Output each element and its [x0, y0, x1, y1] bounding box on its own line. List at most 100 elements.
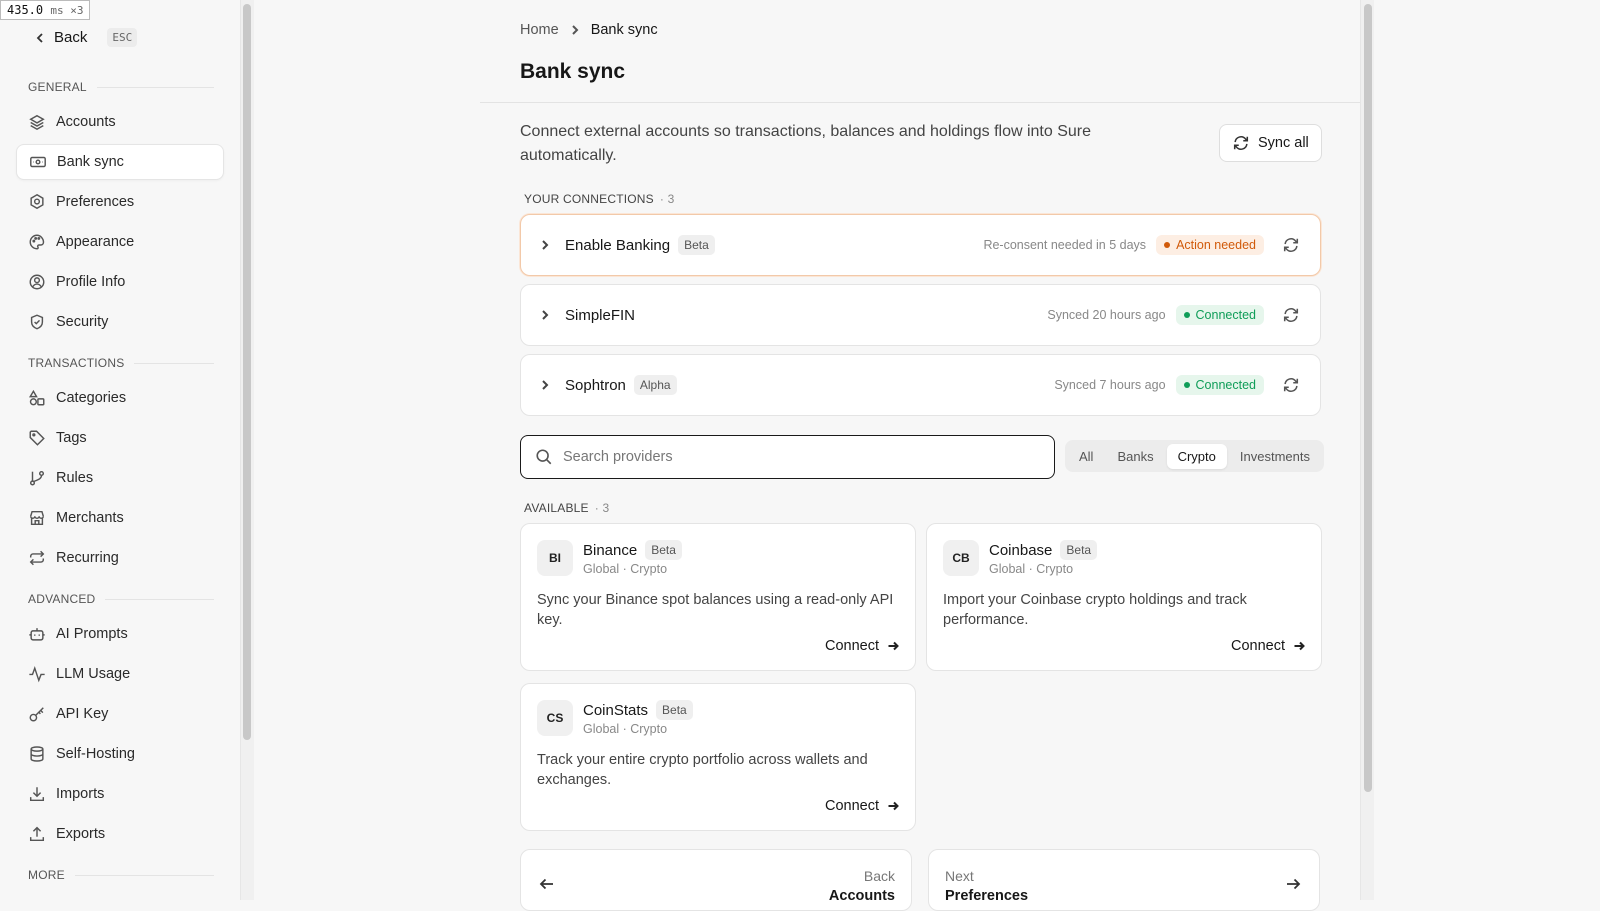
- palette-icon: [29, 234, 45, 250]
- provider-description: Sync your Binance spot balances using a …: [537, 592, 894, 628]
- chevron-right-icon[interactable]: [539, 239, 551, 251]
- sidebar-item-api-key[interactable]: API Key: [16, 696, 224, 732]
- chevron-right-icon[interactable]: [539, 379, 551, 391]
- connect-label: Connect: [824, 798, 879, 814]
- refresh-icon[interactable]: [1282, 376, 1300, 394]
- sidebar-item-tags[interactable]: Tags: [16, 420, 224, 456]
- sidebar-item-label: Exports: [56, 826, 106, 842]
- sidebar-item-ai-prompts[interactable]: AI Prompts: [16, 616, 224, 652]
- provider-title: CoinStats Beta: [583, 700, 693, 720]
- right-gutter: [1375, 0, 1600, 900]
- sidebar-item-label: Rules: [56, 470, 94, 486]
- filter-tab-crypto[interactable]: Crypto: [1166, 443, 1227, 469]
- provider-logo: BI: [537, 540, 573, 576]
- provider-meta: Global · Crypto: [583, 562, 668, 576]
- connect-button[interactable]: Connect: [825, 798, 899, 814]
- arrow-right-icon: [1287, 878, 1301, 890]
- sidebar-item-preferences[interactable]: Preferences: [16, 184, 224, 220]
- sidebar-item-categories[interactable]: Categories: [16, 380, 224, 416]
- refresh-icon[interactable]: [1282, 306, 1300, 324]
- sidebar-item-rules[interactable]: Rules: [16, 460, 224, 496]
- chevron-right-icon: [571, 25, 579, 35]
- sidebar-item-label: Recurring: [56, 550, 119, 566]
- sync-all-label: Sync all: [1258, 135, 1309, 151]
- sidebar-item-bank-sync[interactable]: Bank sync: [16, 144, 224, 180]
- sidebar-item-label: Appearance: [56, 234, 135, 250]
- sidebar-item-label: AI Prompts: [56, 626, 128, 642]
- back-button[interactable]: Back ESC: [34, 28, 138, 47]
- sidebar-item-merchants[interactable]: Merchants: [16, 500, 224, 536]
- back-label: Back: [54, 29, 88, 46]
- connection-status: Synced 7 hours ago Connected: [1054, 375, 1300, 395]
- prev-page-link[interactable]: Back Accounts: [520, 849, 912, 911]
- connections-count: · 3: [659, 192, 675, 206]
- sidebar-scrollbar-thumb[interactable]: [243, 4, 251, 740]
- settings-icon: [30, 193, 44, 210]
- sidebar-item-security[interactable]: Security: [16, 304, 224, 340]
- sidebar-item-accounts[interactable]: Accounts: [16, 104, 224, 140]
- key-icon: [29, 707, 44, 722]
- download-icon: [29, 787, 45, 802]
- sidebar-item-recurring[interactable]: Recurring: [16, 540, 224, 576]
- beta-tag: Beta: [645, 540, 682, 560]
- sidebar-item-label: Merchants: [56, 510, 124, 526]
- arrow-right-icon: [888, 801, 899, 811]
- sidebar-item-imports[interactable]: Imports: [16, 776, 224, 812]
- connection-row-enable-banking[interactable]: Enable Banking Beta Re-consent needed in…: [520, 214, 1321, 276]
- refresh-icon[interactable]: [1282, 236, 1300, 254]
- status-badge: Action needed: [1156, 235, 1264, 255]
- status-badge: Connected: [1175, 305, 1264, 325]
- arrow-left-icon: [539, 878, 553, 890]
- provider-meta: Global · Crypto: [989, 562, 1074, 576]
- activity-icon: [29, 665, 45, 683]
- connect-button[interactable]: Connect: [825, 638, 899, 654]
- breadcrumb-home-link[interactable]: Home: [520, 22, 559, 38]
- connection-row-sophtron[interactable]: Sophtron Alpha Synced 7 hours ago Connec…: [520, 354, 1321, 416]
- arrow-right-icon: [1294, 641, 1305, 651]
- bot-icon: [29, 628, 45, 641]
- connection-row-simplefin[interactable]: SimpleFIN Synced 20 hours ago Connected: [520, 284, 1321, 346]
- connection-status-text: Synced 20 hours ago: [1047, 308, 1166, 322]
- next-page-link[interactable]: Next Preferences: [928, 849, 1320, 911]
- perf-overlay: 435.0 ms ×3: [0, 0, 91, 20]
- sidebar-item-label: Security: [56, 314, 109, 330]
- provider-name: CoinStats: [583, 701, 649, 719]
- git-branch-icon: [29, 470, 45, 486]
- connection-status: Re-consent needed in 5 days Action neede…: [983, 235, 1300, 255]
- sidebar-item-profile-info[interactable]: Profile Info: [16, 264, 224, 300]
- upload-icon: [29, 826, 45, 842]
- repeat-icon: [29, 550, 45, 566]
- refresh-icon: [1233, 136, 1249, 150]
- sidebar-item-label: LLM Usage: [56, 666, 131, 682]
- connection-name: SimpleFIN: [565, 306, 636, 324]
- sidebar-item-self-hosting[interactable]: Self-Hosting: [16, 736, 224, 772]
- provider-search[interactable]: [520, 435, 1055, 479]
- section-more: MORE: [28, 868, 214, 882]
- search-input[interactable]: [563, 449, 1023, 465]
- chevron-right-icon[interactable]: [539, 309, 551, 321]
- section-advanced: ADVANCED: [28, 592, 214, 606]
- settings-sidebar: Back ESC GENERAL Accounts Bank sync Pref…: [0, 0, 236, 900]
- connection-status: Synced 20 hours ago Connected: [1047, 305, 1300, 325]
- provider-logo: CB: [943, 540, 979, 576]
- sidebar-item-llm-usage[interactable]: LLM Usage: [16, 656, 224, 692]
- main-content: Home Bank sync Bank sync Connect externa…: [254, 0, 1362, 911]
- search-icon: [536, 449, 552, 465]
- provider-card-binance: BI Binance Beta Global · Crypto Sync your…: [520, 523, 916, 671]
- sidebar-item-appearance[interactable]: Appearance: [16, 224, 224, 260]
- next-page-title: Preferences: [945, 888, 1029, 904]
- connection-name: Sophtron: [565, 376, 626, 394]
- available-title: AVAILABLE: [524, 501, 589, 515]
- available-heading: AVAILABLE · 3: [524, 501, 609, 515]
- filter-tab-banks[interactable]: Banks: [1106, 444, 1164, 469]
- filter-tab-investments[interactable]: Investments: [1229, 444, 1321, 469]
- provider-meta: Global · Crypto: [583, 722, 668, 736]
- main-scrollbar-thumb[interactable]: [1364, 4, 1372, 792]
- section-transactions: TRANSACTIONS: [28, 356, 214, 370]
- sync-all-button[interactable]: Sync all: [1219, 124, 1322, 162]
- provider-card-coinstats: CS CoinStats Beta Global · Crypto Track y…: [520, 683, 916, 831]
- connect-button[interactable]: Connect: [1231, 638, 1305, 654]
- chevron-left-icon: [36, 32, 43, 43]
- sidebar-item-exports[interactable]: Exports: [16, 816, 224, 852]
- filter-tab-all[interactable]: All: [1068, 444, 1104, 469]
